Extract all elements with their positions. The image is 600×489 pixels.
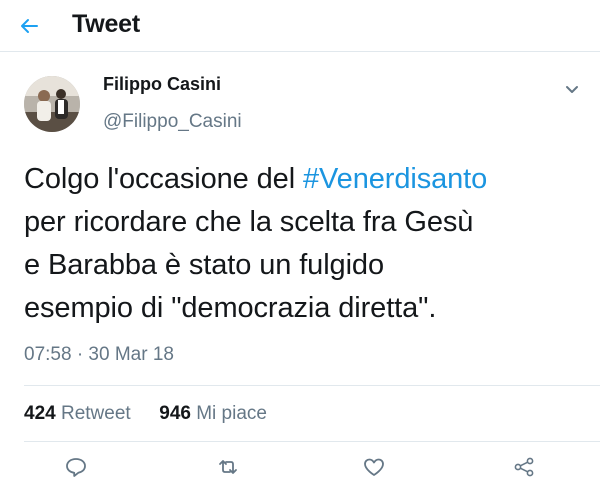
divider [24, 441, 600, 442]
like-label: Mi piace [196, 403, 267, 424]
arrow-left-icon[interactable] [16, 13, 42, 39]
hashtag-link[interactable]: #Venerdisanto [303, 163, 487, 195]
share-icon[interactable] [512, 456, 536, 478]
tweet-text-line: per ricordare che la scelta fra Gesù [24, 206, 474, 238]
author-name[interactable]: Filippo Casini [103, 74, 221, 95]
like-stat[interactable]: 946 Mi piace [159, 403, 267, 425]
page-title: Tweet [72, 10, 140, 38]
like-count: 946 [159, 403, 191, 424]
reply-icon[interactable] [64, 456, 88, 478]
tweet-timestamp[interactable]: 07:58 · 30 Mar 18 [24, 344, 174, 366]
divider [24, 385, 600, 386]
retweet-label: Retweet [60, 403, 131, 424]
avatar-photo [24, 76, 80, 132]
tweet-text-line: e Barabba è stato un fulgido [24, 249, 384, 281]
retweet-icon[interactable] [216, 456, 240, 478]
retweet-stat[interactable]: 424 Retweet [24, 403, 131, 425]
tweet-text-line: esempio di "democrazia diretta". [24, 292, 437, 324]
heart-icon[interactable] [362, 456, 386, 478]
tweet-text-start: Colgo l'occasione del [24, 163, 304, 195]
tweet-stats: 424 Retweet 946 Mi piace [24, 403, 267, 425]
chevron-down-icon[interactable] [564, 82, 580, 96]
author-handle[interactable]: @Filippo_Casini [103, 111, 242, 133]
avatar[interactable] [24, 76, 80, 132]
retweet-count: 424 [24, 403, 56, 424]
tweet-text: Colgo l'occasione del #Venerdisanto per … [24, 158, 590, 330]
top-bar: Tweet [0, 0, 600, 52]
